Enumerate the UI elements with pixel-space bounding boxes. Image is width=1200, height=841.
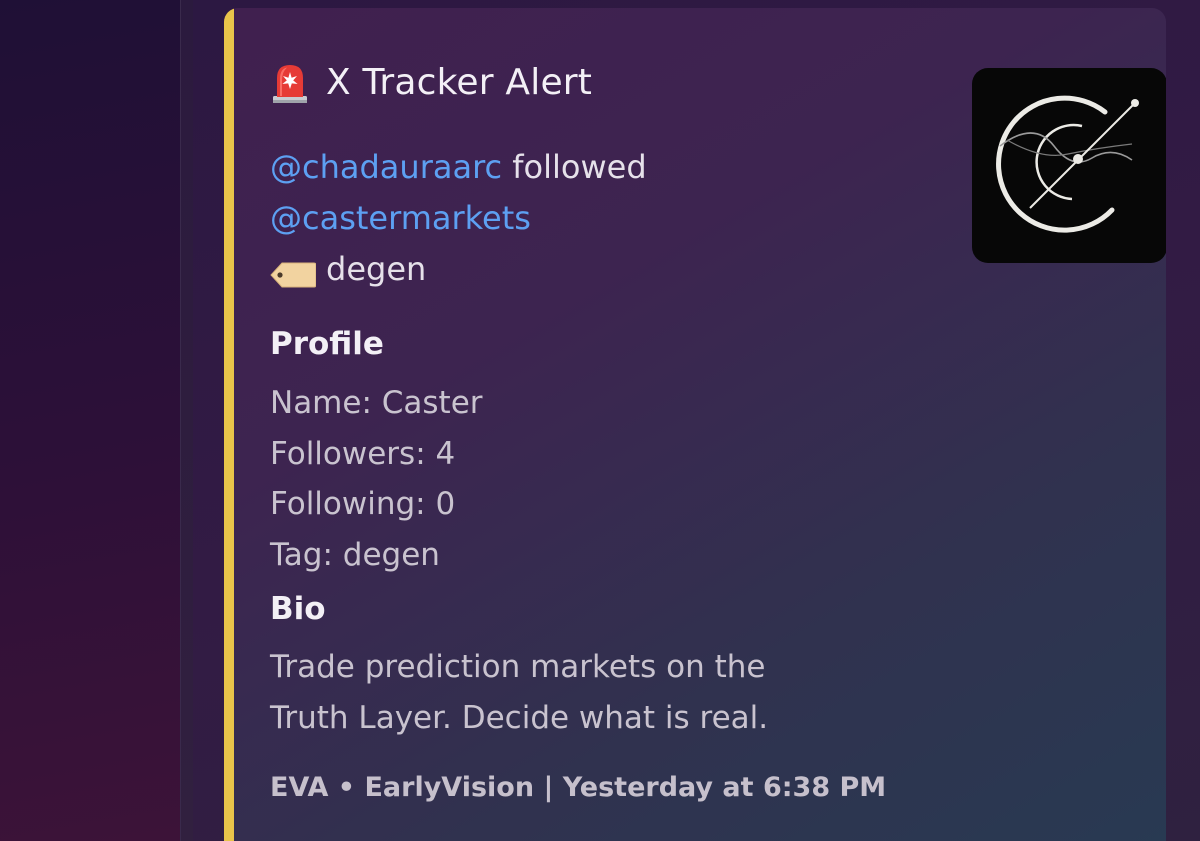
embed-title: X Tracker Alert <box>326 61 593 103</box>
server-sidebar <box>0 0 180 841</box>
embed-title-row: X Tracker Alert <box>270 60 592 104</box>
embed-footer: EVA • EarlyVision | Yesterday at 6:38 PM <box>270 772 887 803</box>
profile-tag: Tag: degen <box>270 537 440 573</box>
profile-following: Following: 0 <box>270 486 456 522</box>
embed-accent-bar <box>224 8 234 841</box>
caster-logo-icon <box>996 95 1139 233</box>
profile-name: Name: Caster <box>270 385 483 421</box>
tag-text: degen <box>326 250 427 288</box>
profile-thumbnail[interactable] <box>972 68 1166 263</box>
sidebar-divider <box>180 0 193 841</box>
follow-action-text: followed <box>512 148 647 186</box>
siren-icon <box>270 60 310 104</box>
follow-event-line: @chadauraarc followed <box>270 148 647 186</box>
profile-followers: Followers: 4 <box>270 436 456 472</box>
profile-heading: Profile <box>270 326 384 362</box>
bio-heading: Bio <box>270 591 326 627</box>
follower-mention[interactable]: @chadauraarc <box>270 148 502 186</box>
followed-line: @castermarkets <box>270 199 531 237</box>
bio-line-1: Trade prediction markets on the <box>270 649 766 685</box>
tag-line: degen <box>270 250 426 288</box>
alert-embed: X Tracker Alert @chadauraarc followed @c… <box>224 8 1166 841</box>
bio-line-2: Truth Layer. Decide what is real. <box>270 700 769 736</box>
followed-mention[interactable]: @castermarkets <box>270 199 531 237</box>
label-icon <box>270 258 317 288</box>
